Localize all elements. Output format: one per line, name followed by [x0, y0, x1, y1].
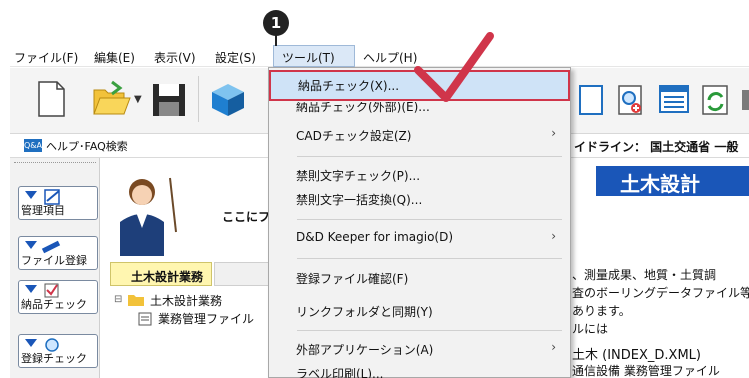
delivery-check-label: 納品チェック [21, 298, 87, 311]
register-check-button[interactable]: 登録チェック [18, 334, 98, 368]
menu-item-external-app[interactable]: 外部アプリケーション(A) › [269, 334, 570, 364]
body-line-4: ルには [572, 322, 609, 336]
body-line-3: あります。 [572, 304, 631, 318]
menu-tools[interactable]: ツール(T) [273, 45, 355, 67]
step-pointer-icon [275, 34, 277, 46]
menu-item-forbidden-char-convert-label: 禁則文字一括変換(Q)... [296, 193, 423, 207]
menu-item-cad-check-settings-label: CADチェック設定(Z) [296, 129, 412, 143]
manage-items-label: 管理項目 [21, 204, 65, 217]
menu-item-link-folder-sync-label: リンクフォルダと同期(Y) [296, 305, 433, 319]
open-folder-icon[interactable] [90, 78, 132, 120]
folder-icon [128, 295, 144, 306]
submenu-arrow-icon: › [551, 340, 556, 354]
page-title-banner: 土木設計 [596, 166, 749, 196]
guideline-label: イドライン： 国土交通省 一般 [574, 140, 739, 154]
menu-settings[interactable]: 設定(S) [215, 49, 256, 66]
file-register-button[interactable]: ファイル登録 [18, 236, 98, 270]
search-document-icon[interactable] [614, 78, 650, 120]
list-view-icon[interactable] [656, 78, 692, 120]
menu-view[interactable]: 表示(V) [154, 49, 196, 66]
refresh-icon[interactable] [698, 78, 734, 120]
menu-item-forbidden-char-check-label: 禁則文字チェック(P)... [296, 169, 421, 183]
new-document-icon[interactable] [30, 78, 72, 120]
menu-file[interactable]: ファイル(F) [14, 49, 78, 66]
menu-item-dd-keeper[interactable]: D&D Keeper for imagio(D) › [269, 223, 570, 253]
tree-child-label[interactable]: 業務管理ファイル [158, 310, 254, 327]
dropdown-arrow-icon[interactable]: ▼ [134, 94, 142, 105]
page-title: 土木設計 [620, 172, 700, 196]
submenu-arrow-icon: › [551, 229, 556, 243]
gear-icon[interactable] [740, 78, 749, 120]
guide-avatar [120, 177, 177, 256]
cube-icon[interactable] [206, 78, 248, 120]
file-tree: ⊟ 土木設計業務 業務管理ファイル [114, 290, 274, 378]
qa-badge-icon: Q&A [24, 139, 43, 152]
tree-root-label[interactable]: 土木設計業務 [150, 292, 222, 309]
manage-items-button[interactable]: 管理項目 [18, 186, 98, 220]
file-register-label: ファイル登録 [21, 254, 87, 267]
step-number-badge: 1 [263, 10, 289, 36]
menu-item-registered-file-check[interactable]: 登録ファイル確認(F) [269, 263, 570, 293]
toolbar-separator [198, 76, 199, 122]
menu-item-link-folder-sync[interactable]: リンクフォルダと同期(Y) [269, 296, 570, 326]
menu-separator [297, 258, 562, 259]
file-icon [138, 312, 152, 326]
menu-item-label-print-label: ラベル印刷(L)... [296, 367, 384, 378]
menu-separator [297, 330, 562, 331]
menu-separator [297, 219, 562, 220]
menu-item-registered-file-check-label: 登録ファイル確認(F) [296, 272, 409, 286]
body-line-1: 、測量成果、地質・土質調 [572, 268, 717, 282]
tab-secondary[interactable] [214, 262, 274, 286]
bottom-text: 通信設備 業務管理ファイル [572, 364, 720, 378]
tab-civil-design-label: 土木設計業務 [131, 270, 204, 284]
register-check-label: 登録チェック [21, 352, 87, 365]
menu-tools-label: ツール(T) [282, 51, 335, 65]
tree-collapse-icon[interactable]: ⊟ [114, 294, 122, 305]
menu-separator [297, 156, 562, 157]
body-line-2: 査のボーリングデータファイル等 [572, 286, 749, 300]
menu-item-external-app-label: 外部アプリケーション(A) [296, 343, 434, 357]
tab-civil-design[interactable]: 土木設計業務 [110, 262, 212, 286]
submenu-arrow-icon: › [551, 126, 556, 140]
delivery-check-button[interactable]: 納品チェック [18, 280, 98, 314]
menu-item-cad-check-settings[interactable]: CADチェック設定(Z) › [269, 120, 570, 150]
help-faq-search-link[interactable]: ヘルプ･FAQ検索 [46, 138, 128, 154]
panel-divider [14, 162, 96, 163]
checkmark-annotation-icon [414, 32, 494, 102]
tools-menu: 納品チェック(X)... 納品チェック(外部)(E)... CADチェック設定(… [268, 67, 571, 378]
menu-item-dd-keeper-label: D&D Keeper for imagio(D) [296, 230, 454, 244]
left-panel: 管理項目 ファイル登録 納品チェック 登録チェック [10, 158, 100, 378]
save-icon[interactable] [148, 78, 190, 120]
menu-item-forbidden-char-convert[interactable]: 禁則文字一括変換(Q)... [269, 184, 570, 214]
tool-doc-icon[interactable] [576, 78, 606, 120]
index-filename: 土木 (INDEX_D.XML) [572, 348, 701, 363]
menu-edit[interactable]: 編集(E) [94, 49, 135, 66]
app-window: ファイル(F) 編集(E) 表示(V) 設定(S) ツール(T) ヘルプ(H) … [0, 0, 749, 378]
menu-item-label-print[interactable]: ラベル印刷(L)... [269, 364, 570, 378]
